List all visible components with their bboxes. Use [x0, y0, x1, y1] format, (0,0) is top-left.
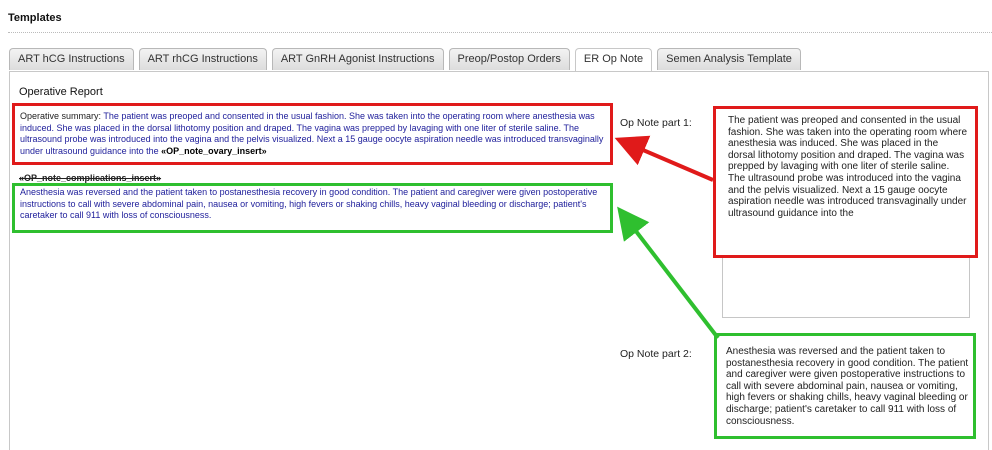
green-arrow [617, 206, 720, 340]
red-arrow [614, 135, 714, 182]
annotation-arrows [614, 135, 720, 340]
